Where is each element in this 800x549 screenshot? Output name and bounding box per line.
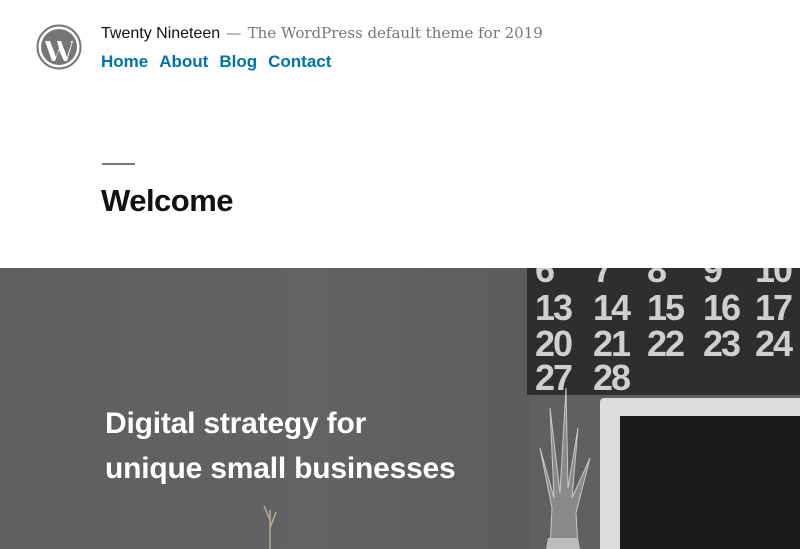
- calendar-number: 13: [535, 287, 573, 328]
- calendar-number: 14: [593, 287, 631, 328]
- page-title: Welcome: [101, 183, 234, 218]
- nav-item-about[interactable]: About: [159, 52, 208, 72]
- calendar-number: 8: [647, 268, 667, 290]
- nav-item-contact[interactable]: Contact: [268, 52, 331, 72]
- hero-cover-block: 6 7 8 9 10 13 14 15 16 17 20 21 22 23 24…: [0, 268, 800, 549]
- calendar-number: 24: [755, 323, 793, 364]
- calendar-number: 16: [703, 287, 741, 328]
- site-description: The WordPress default theme for 2019: [247, 24, 543, 42]
- entry-title-divider: [102, 163, 135, 165]
- hero-heading-line2: unique small businesses: [105, 452, 456, 485]
- calendar-number: 9: [703, 268, 723, 290]
- calendar-number: 7: [593, 268, 613, 290]
- site-branding: Twenty Nineteen — The WordPress default t…: [101, 24, 543, 43]
- wordpress-logo-icon[interactable]: [36, 24, 82, 70]
- nav-item-home[interactable]: Home: [101, 52, 148, 72]
- hero-heading: Digital strategy for unique small busine…: [105, 401, 456, 491]
- main-navigation: Home About Blog Contact: [101, 52, 331, 72]
- calendar-number: 6: [535, 268, 555, 290]
- hero-heading-line1: Digital strategy for: [105, 407, 367, 440]
- calendar-number: 15: [647, 287, 685, 328]
- site-title[interactable]: Twenty Nineteen: [101, 25, 220, 42]
- hero-monitor-screen: [620, 416, 800, 549]
- calendar-number: 23: [703, 323, 741, 364]
- hero-twig-image: [263, 505, 277, 549]
- hero-calendar-image: 6 7 8 9 10 13 14 15 16 17 20 21 22 23 24…: [527, 268, 800, 396]
- nav-item-blog[interactable]: Blog: [219, 52, 257, 72]
- calendar-number: 10: [755, 268, 793, 290]
- calendar-number: 22: [647, 323, 685, 364]
- title-separator: —: [226, 24, 242, 42]
- calendar-number: 17: [755, 287, 793, 328]
- site-header: Twenty Nineteen — The WordPress default t…: [0, 0, 800, 268]
- hero-plant-image: [539, 388, 591, 549]
